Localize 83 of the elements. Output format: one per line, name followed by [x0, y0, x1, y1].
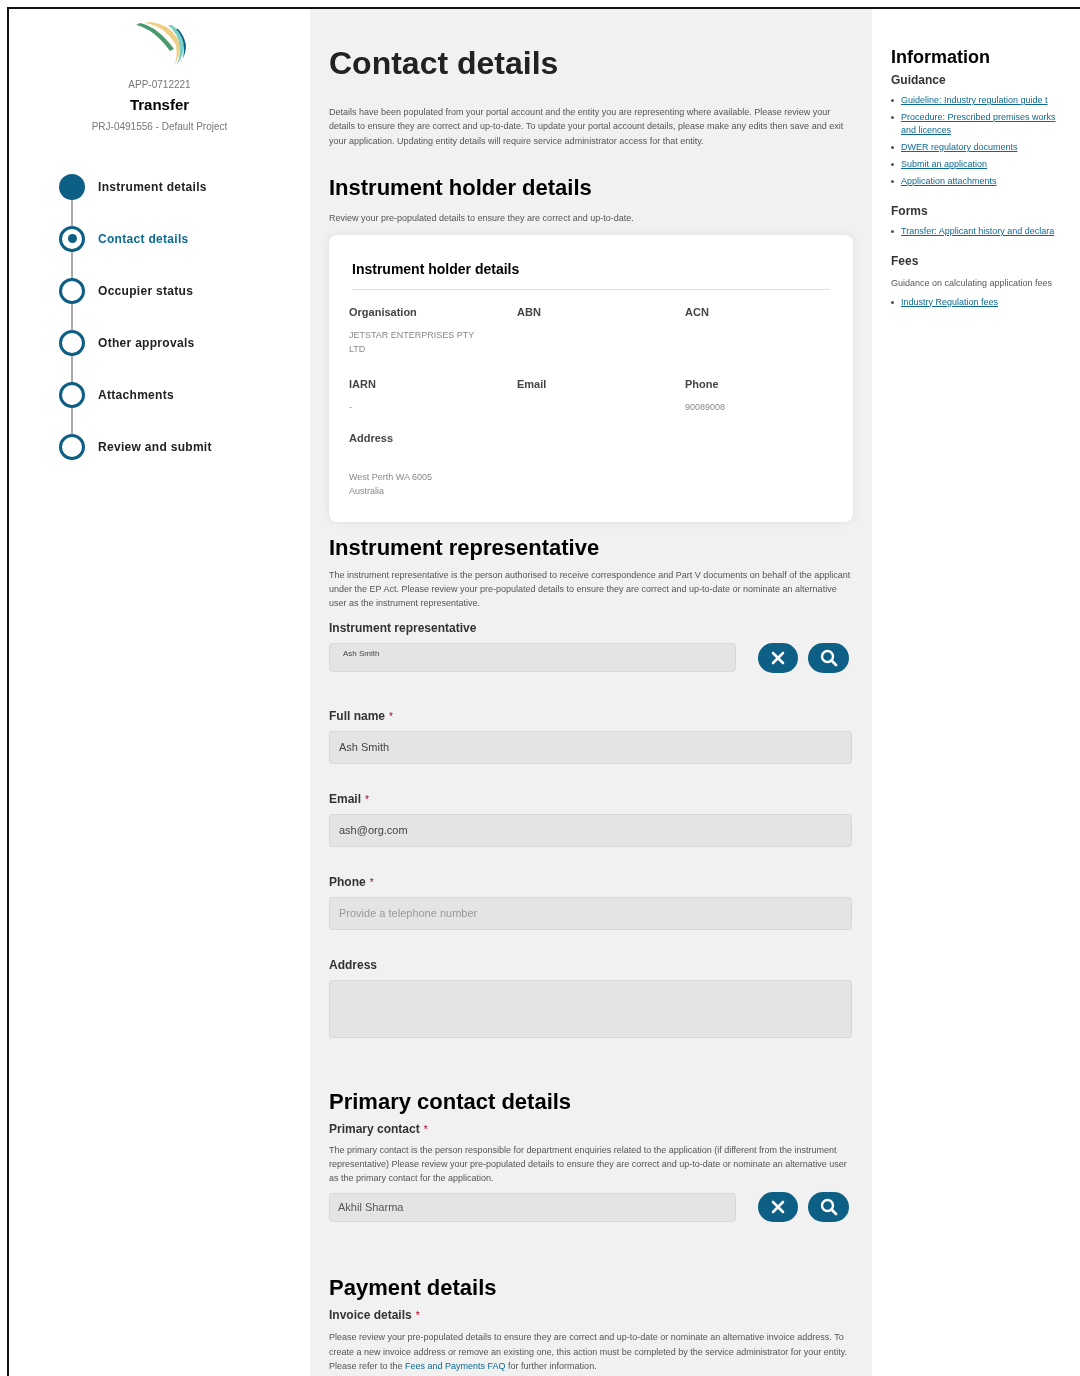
input-field[interactable]: Ash Smith: [329, 730, 852, 764]
input-field[interactable]: Provide a telephone number: [329, 896, 852, 930]
detail-label: Phone: [685, 377, 720, 393]
search-button[interactable]: [808, 642, 849, 673]
section-heading: Payment details: [329, 1274, 498, 1303]
detail-value: JETSTAR ENTERPRISES PTY LTD: [349, 328, 476, 356]
detail-value: West Perth WA 6005 Australia: [349, 470, 434, 498]
step-pending-icon: [59, 381, 85, 408]
input-field[interactable]: ash@org.com: [329, 813, 852, 847]
field-label: Phone: [329, 873, 366, 891]
detail-label: IARN: [349, 377, 377, 393]
card-title: Instrument holder details: [352, 259, 830, 291]
search-icon: [819, 648, 838, 667]
panel-title: Information: [891, 46, 991, 69]
required-marker: *: [415, 1309, 420, 1324]
primary-contact-field[interactable]: Akhil Sharma: [329, 1192, 736, 1222]
bullet-icon: [891, 146, 894, 149]
detail-label: Organisation: [349, 305, 418, 321]
bullet-icon: [891, 300, 894, 304]
address-field[interactable]: [329, 979, 852, 1038]
detail-value: -: [349, 400, 353, 414]
section-heading: Instrument representative: [329, 533, 601, 562]
bullet-icon: [891, 99, 894, 102]
field-label: Full name: [329, 707, 385, 725]
description-text: The instrument representative is the person authorised to receive correspondence and Part V documents on behalf of the applicant under the EP Act. Please review your pre-populated details to ensure they are correct and up-to-date or nominate an alternative user as the instrument representative.: [329, 568, 852, 611]
faq-link[interactable]: Fees and Payments FAQ: [405, 1361, 506, 1372]
step-link[interactable]: Review and submit: [98, 437, 212, 456]
detail-value: 90089008: [685, 400, 727, 414]
field-label: Primary contact: [329, 1120, 420, 1138]
panel-subheading: Fees: [891, 253, 920, 270]
close-icon: [771, 1200, 785, 1215]
panel-text: Guidance on calculating application fees: [891, 277, 1054, 290]
step-current-icon: [59, 225, 85, 252]
step-link[interactable]: Attachments: [98, 385, 174, 404]
detail-label: ACN: [685, 305, 710, 321]
description-text: Please review your pre-populated details to ensure they are correct and up-to-date or nominate an alternative invoice address. To create a new invoice address or remove an existing one, this action must be completed by the service administrator for your entity. Please refer to the Fees and Payments FAQ for further information.: [329, 1331, 849, 1374]
detail-label: Address: [349, 431, 395, 447]
bullet-icon: [891, 116, 894, 119]
application-title: Transfer: [129, 95, 190, 115]
project-name: PRJ-0491556 - Default Project: [91, 119, 228, 134]
required-marker: *: [389, 709, 393, 724]
detail-label: Email: [517, 377, 548, 393]
info-link[interactable]: Transfer: Applicant history and declara: [901, 225, 1055, 238]
clear-button[interactable]: [758, 642, 798, 673]
section-heading: Primary contact details: [329, 1087, 573, 1116]
close-icon: [771, 650, 785, 665]
field-label: Instrument representative: [329, 619, 477, 637]
clear-button[interactable]: [758, 1192, 798, 1223]
step-link[interactable]: Occupier status: [98, 281, 194, 300]
field-label: Invoice details: [329, 1307, 412, 1325]
search-icon: [819, 1198, 838, 1217]
detail-label: ABN: [517, 305, 542, 321]
description-text: Details have been populated from your portal account and the entity you are representing where available. Please review your details to ensure they are correct and up-to-date. To update your portal account details, please make any edits then save and exit your application. Updating entity details will require service administrator access for that entity.: [329, 106, 845, 148]
info-link[interactable]: Procedure: Prescribed premises works and licences: [901, 111, 1056, 137]
description-text: Review your pre-populated details to ensure they are correct and up-to-date.: [329, 211, 635, 225]
step-link[interactable]: Other approvals: [98, 333, 195, 352]
description-text: The primary contact is the person responsible for department enquiries related to the application (if different from the instrument representative) Please review your pre-populated details to ensure they are correct and up-to-date or nominate an alternative user as the primary contact for the application.: [329, 1143, 848, 1186]
info-link[interactable]: Application attachments: [901, 175, 997, 188]
section-heading: Instrument holder details: [329, 173, 593, 202]
field-label: Address: [329, 956, 378, 974]
bullet-icon: [891, 230, 894, 233]
info-link[interactable]: Guideline: Industry regulation guide t: [901, 94, 1048, 107]
step-link[interactable]: Contact details: [98, 229, 189, 248]
step-pending-icon: [59, 433, 85, 460]
step-pending-icon: [59, 329, 85, 356]
step-complete-icon: [59, 173, 85, 200]
info-link[interactable]: Submit an application: [901, 158, 988, 171]
step-pending-icon: [59, 277, 85, 304]
representative-field[interactable]: Ash Smith: [329, 643, 736, 673]
page-title: Contact details: [329, 45, 560, 81]
info-link[interactable]: DWER regulatory documents: [901, 141, 1018, 154]
required-marker: *: [423, 1122, 428, 1137]
search-button[interactable]: [808, 1192, 849, 1223]
panel-subheading: Guidance: [891, 72, 947, 89]
application-id: APP-0712221: [128, 78, 191, 92]
step-link[interactable]: Instrument details: [98, 177, 207, 196]
bullet-icon: [891, 180, 894, 183]
panel-subheading: Forms: [891, 203, 929, 220]
bullet-icon: [891, 163, 894, 166]
info-link[interactable]: Industry Regulation fees: [901, 295, 999, 309]
required-marker: *: [369, 875, 374, 890]
field-label: Email: [329, 790, 361, 808]
required-marker: *: [365, 792, 369, 807]
